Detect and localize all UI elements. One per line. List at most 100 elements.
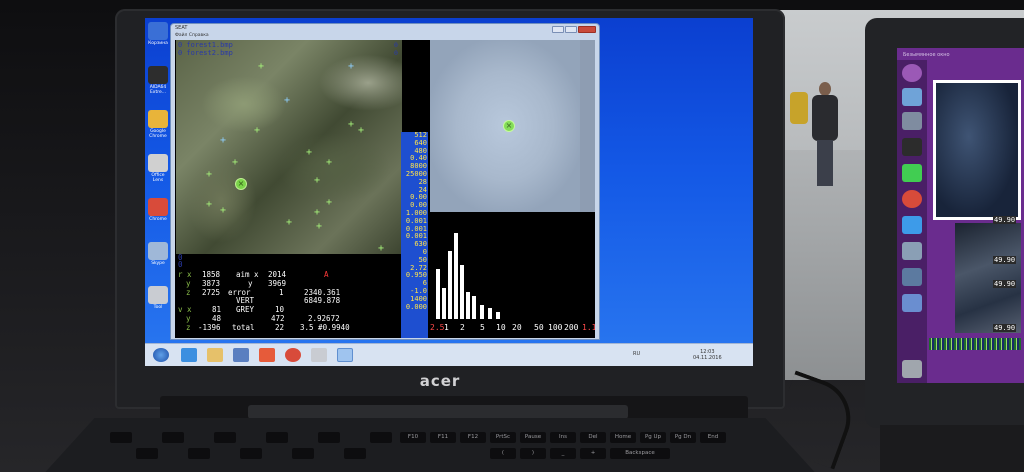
launcher-terminal-icon[interactable] (902, 138, 922, 156)
desktop-icon[interactable]: Chrome (146, 198, 170, 222)
stat-value: 3.5 #0.9940 (300, 323, 350, 332)
histogram-bar (466, 292, 470, 319)
launcher-files-icon[interactable] (902, 112, 922, 130)
maximize-button[interactable] (565, 26, 577, 33)
satellite-image-left[interactable]: 0 forest1.bmp 0 forest2.bmp 0 0 + + + + + + + +… (176, 40, 402, 254)
keyboard-key[interactable]: F12 (460, 432, 486, 443)
keyboard-key[interactable] (292, 448, 314, 459)
keyboard-key[interactable] (370, 432, 392, 443)
keyboard-key[interactable] (344, 448, 366, 459)
desktop-icon-glyph (148, 242, 168, 260)
zero-markers: 0 0 (394, 41, 398, 57)
launcher-trash-icon[interactable] (902, 360, 922, 378)
stat-value: 6849.878 (304, 296, 341, 305)
ie-icon[interactable] (181, 348, 197, 362)
laptop-keyboard-base: F10 F11 F12 PrtSc Pause Ins Del Home Pg Up Pg Dn E… (40, 418, 820, 472)
desktop-icon-glyph (148, 110, 168, 128)
launcher-apps-icon[interactable] (902, 216, 922, 234)
keyboard-key[interactable] (136, 448, 158, 459)
stat-label: z (186, 288, 191, 297)
desktop-icon[interactable]: Skype (146, 242, 170, 266)
keyboard-key[interactable]: End (700, 432, 726, 443)
keyboard-key[interactable]: F10 (400, 432, 426, 443)
desktop-icon-label: AIDA64 Extre... (149, 85, 167, 95)
launcher-monitor-icon[interactable] (902, 242, 922, 260)
desktop-icon-label: Google Chrome (149, 129, 167, 139)
histogram-tick-label: 2.5 (430, 323, 445, 332)
launcher-help-icon[interactable] (902, 294, 922, 312)
histogram-ticks: 2.5 1 2 5 10 20 50 100 200 1.1 (430, 323, 595, 333)
clock[interactable]: 12:03 04.11.2016 (693, 349, 722, 361)
histogram-tick-label: 50 (534, 323, 544, 332)
save-icon[interactable] (233, 348, 249, 362)
keyboard-key[interactable]: Pg Up (640, 432, 666, 443)
tie-point-cross-icon: + (314, 175, 321, 186)
keyboard-key[interactable]: _ (550, 448, 576, 459)
histogram-tick-label: 10 (496, 323, 506, 332)
keyboard-key[interactable]: PrtSc (490, 432, 516, 443)
keyboard-key[interactable]: Pg Dn (670, 432, 696, 443)
keyboard-key[interactable]: Del (580, 432, 606, 443)
launcher-chrome-icon[interactable] (902, 190, 922, 208)
launcher-ubuntu-icon[interactable] (902, 64, 922, 82)
desktop-icon[interactable]: Корзина (146, 22, 170, 46)
keyboard-key[interactable]: Pause (520, 432, 546, 443)
desktop-icon-glyph (148, 66, 168, 84)
keyboard-key[interactable]: ) (520, 448, 546, 459)
folder-icon[interactable] (311, 348, 327, 362)
tie-point-cross-icon: + (286, 217, 293, 228)
desktop-icon[interactable]: Tool (146, 286, 170, 310)
keyboard: F10 F11 F12 PrtSc Pause Ins Del Home Pg Up Pg Dn E… (40, 418, 820, 472)
keyboard-key[interactable] (240, 448, 262, 459)
desktop-icon-label: Skype (151, 261, 165, 266)
histogram-bar (442, 288, 446, 319)
tie-point-cross-icon: + (378, 243, 385, 254)
keyboard-key[interactable]: + (580, 448, 606, 459)
media-icon[interactable] (259, 348, 275, 362)
desktop-icon[interactable]: AIDA64 Extre... (146, 66, 170, 95)
histogram-bar (454, 233, 458, 319)
desktop-icon[interactable]: Google Chrome (146, 110, 170, 139)
keyboard-key[interactable] (266, 432, 288, 443)
ubuntu-launcher (897, 60, 927, 383)
zero-marker: 0 (394, 49, 398, 57)
keyboard-key[interactable]: ( (490, 448, 516, 459)
tie-point-cross-icon: + (284, 95, 291, 106)
keyboard-key[interactable] (162, 432, 184, 443)
launcher-settings-icon[interactable] (902, 88, 922, 106)
window-menu[interactable]: Файл Справка (175, 33, 209, 38)
keyboard-key[interactable] (214, 432, 236, 443)
keyboard-key[interactable]: Backspace (610, 448, 670, 459)
keyboard-key[interactable] (110, 432, 132, 443)
start-button[interactable] (153, 348, 169, 362)
keyboard-key[interactable]: F11 (430, 432, 456, 443)
minimize-button[interactable] (552, 26, 564, 33)
file-line: 0 forest1.bmp (178, 41, 233, 49)
tie-point-cross-icon: + (314, 207, 321, 218)
keyboard-key[interactable] (188, 448, 210, 459)
keyboard-key[interactable]: Ins (550, 432, 576, 443)
histogram: 2.5 1 2 5 10 20 50 100 200 1.1 (430, 215, 595, 333)
stat-label: y (248, 279, 253, 288)
taskbar: RU 12:03 04.11.2016 (145, 343, 753, 366)
tie-point-cross-icon: + (206, 169, 213, 180)
launcher-tool-icon[interactable] (902, 268, 922, 286)
file-line: 0 forest2.bmp (178, 49, 233, 57)
stats-panel: 0 0 r x 1858 aim x 2014 A y 3873 y 3969 … (176, 254, 400, 338)
chrome-icon[interactable] (285, 348, 301, 362)
seat-app-icon[interactable] (337, 348, 353, 362)
right-laptop-screen: Безымянное окно 49.90 49.90 49.90 49.90 (897, 48, 1024, 383)
close-button[interactable] (578, 26, 596, 33)
desktop-icon[interactable]: Office Lens (146, 154, 170, 183)
clock-date: 04.11.2016 (693, 355, 722, 361)
keyboard-key[interactable]: Home (610, 432, 636, 443)
histogram-tick-label: 20 (512, 323, 522, 332)
laptop-brand-logo: acer (419, 372, 461, 390)
keyboard-key[interactable] (318, 432, 340, 443)
explorer-icon[interactable] (207, 348, 223, 362)
language-indicator[interactable]: RU (633, 351, 640, 357)
launcher-qt-icon[interactable] (902, 164, 922, 182)
satellite-image-right[interactable]: × (430, 40, 595, 212)
stat-value: 10 (275, 305, 285, 314)
histogram-tick-label: 1 (444, 323, 449, 332)
